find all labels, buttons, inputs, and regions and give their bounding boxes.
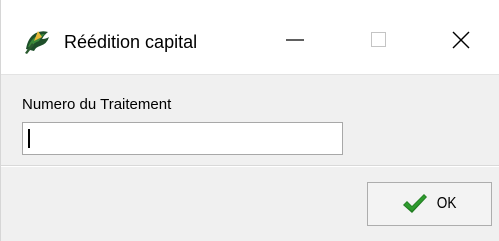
titlebar-divider <box>1 74 499 75</box>
close-icon <box>452 31 470 49</box>
checkmark-icon <box>402 194 427 213</box>
treatment-number-label: Numero du Traitement <box>22 96 172 113</box>
title-bar[interactable]: Réédition capital <box>1 0 499 74</box>
maximize-icon <box>371 32 386 47</box>
footer-divider-highlight <box>1 166 499 167</box>
maximize-button <box>356 22 402 58</box>
treatment-number-input[interactable] <box>22 122 343 155</box>
close-button[interactable] <box>438 22 484 58</box>
ok-label: OK <box>436 195 457 212</box>
app-logo-icon <box>25 31 49 54</box>
window-title: Réédition capital <box>64 32 198 52</box>
text-caret <box>28 129 30 148</box>
ok-button[interactable]: OK <box>367 182 492 226</box>
minimize-icon <box>286 39 304 41</box>
dialog-window: Réédition capital Numero du Traitement O… <box>0 0 499 241</box>
minimize-button[interactable] <box>272 22 318 58</box>
